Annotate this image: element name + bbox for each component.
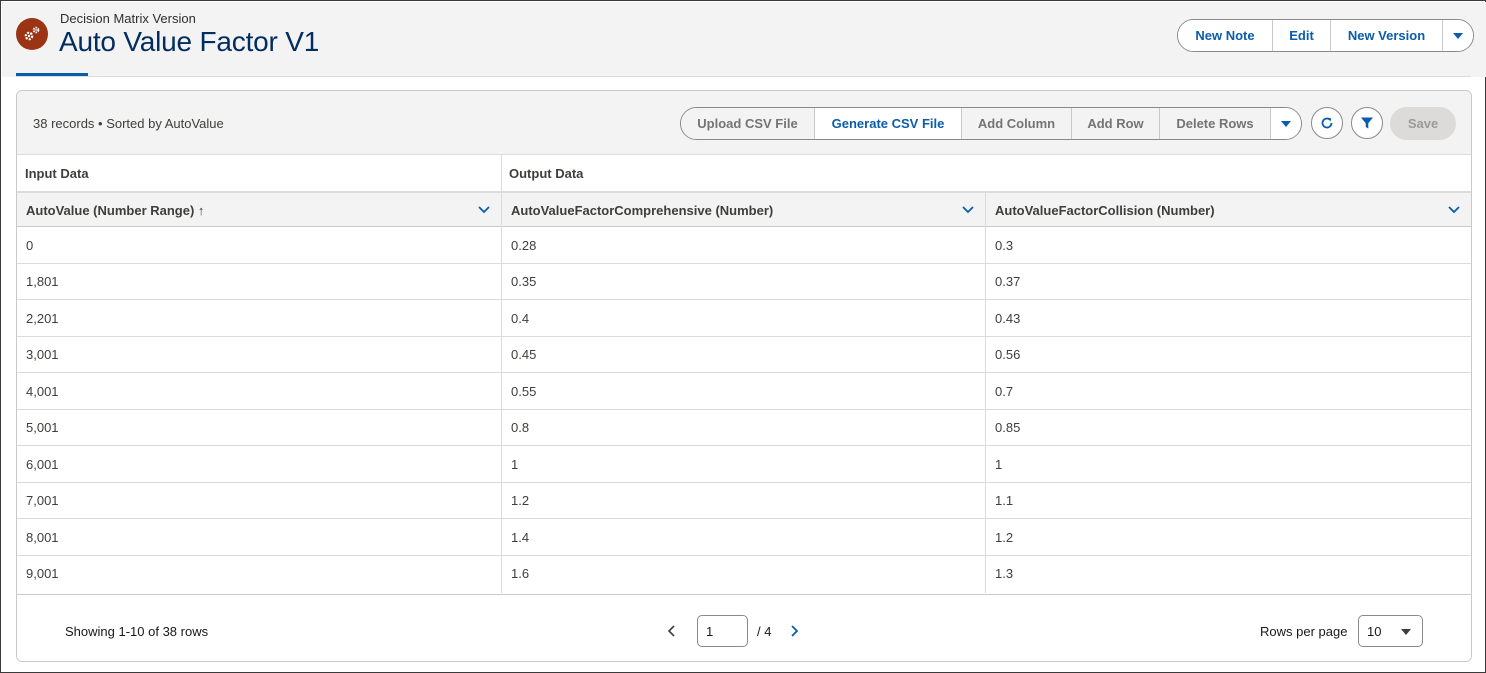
cell-collision[interactable]: 0.43	[986, 300, 1020, 336]
app-frame: Decision Matrix Version Auto Value Facto…	[0, 0, 1486, 673]
cell-collision[interactable]: 0.37	[986, 264, 1020, 300]
page-title: Auto Value Factor V1	[59, 26, 320, 57]
table-row[interactable]: 5,001 0.8 0.85	[17, 410, 1471, 446]
pager: / 4	[665, 615, 801, 647]
output-data-group: Output Data	[509, 166, 584, 181]
cell-autovalue[interactable]: 4,001	[17, 373, 59, 409]
table-row[interactable]: 1,801 0.35 0.37	[17, 264, 1471, 300]
cell-autovalue[interactable]: 9,001	[17, 556, 59, 592]
cell-comprehensive[interactable]: 1.2	[502, 483, 529, 519]
table-row[interactable]: 4,001 0.55 0.7	[17, 373, 1471, 410]
chevron-right-icon[interactable]	[787, 624, 801, 638]
add-row-button[interactable]: Add Row	[1072, 108, 1160, 139]
column-header-comprehensive[interactable]: AutoValueFactorComprehensive (Number)	[502, 193, 986, 227]
record-count-info: 38 records • Sorted by AutoValue	[33, 116, 224, 131]
column-header-autovalue[interactable]: AutoValue (Number Range) ↑	[17, 193, 502, 227]
page-header: Decision Matrix Version Auto Value Facto…	[2, 2, 1486, 77]
table-row[interactable]: 2,201 0.4 0.43	[17, 300, 1471, 337]
column-header-label: AutoValueFactorCollision (Number)	[995, 202, 1215, 218]
add-column-button[interactable]: Add Column	[962, 108, 1072, 139]
edit-button[interactable]: Edit	[1273, 20, 1331, 51]
chevron-down-icon[interactable]	[1447, 204, 1461, 216]
cell-collision[interactable]: 0.3	[986, 227, 1013, 263]
rows-per-page-label: Rows per page	[1260, 624, 1348, 639]
cell-comprehensive[interactable]: 1.4	[502, 519, 529, 555]
cell-autovalue[interactable]: 8,001	[17, 519, 59, 555]
table-toolbar: 38 records • Sorted by AutoValue Upload …	[17, 91, 1471, 155]
save-button[interactable]: Save	[1390, 107, 1456, 140]
cell-autovalue[interactable]: 7,001	[17, 483, 59, 519]
table-row[interactable]: 0 0.28 0.3	[17, 227, 1471, 264]
column-header-label: AutoValueFactorComprehensive (Number)	[511, 202, 774, 218]
cell-comprehensive[interactable]: 1.6	[502, 556, 529, 592]
cell-collision[interactable]: 0.85	[986, 410, 1020, 446]
cell-comprehensive[interactable]: 0.8	[502, 410, 529, 446]
cell-collision[interactable]: 0.7	[986, 373, 1013, 409]
cell-collision[interactable]: 0.56	[986, 337, 1020, 373]
cell-comprehensive[interactable]: 0.45	[502, 337, 536, 373]
chevron-down-icon	[1401, 629, 1411, 635]
cell-autovalue[interactable]: 3,001	[17, 337, 59, 373]
page-number-input[interactable]	[697, 615, 748, 647]
cell-comprehensive[interactable]: 1	[502, 446, 518, 482]
table-row[interactable]: 8,001 1.4 1.2	[17, 519, 1471, 556]
header-action-group: New Note Edit New Version	[1177, 19, 1474, 52]
new-note-button[interactable]: New Note	[1178, 20, 1273, 51]
table-action-group: Upload CSV File Generate CSV File Add Co…	[680, 107, 1302, 140]
pagination-footer: Showing 1-10 of 38 rows / 4 Rows per pag…	[17, 594, 1471, 661]
cell-comprehensive[interactable]: 0.4	[502, 300, 529, 336]
object-type-label: Decision Matrix Version	[60, 11, 196, 26]
table-row[interactable]: 3,001 0.45 0.56	[17, 337, 1471, 373]
chevron-down-icon[interactable]	[961, 204, 975, 216]
header-divider	[16, 76, 1471, 77]
table-row[interactable]: 9,001 1.6 1.3	[17, 556, 1471, 593]
table-row[interactable]: 6,001 1 1	[17, 446, 1471, 483]
cell-autovalue[interactable]: 2,201	[17, 300, 59, 336]
cell-comprehensive[interactable]: 0.28	[502, 227, 536, 263]
cell-autovalue[interactable]: 1,801	[17, 264, 59, 300]
delete-rows-button[interactable]: Delete Rows	[1160, 108, 1271, 139]
decision-matrix-card: 38 records • Sorted by AutoValue Upload …	[16, 90, 1472, 662]
row-range-info: Showing 1-10 of 38 rows	[65, 624, 209, 639]
column-group-row: Input Data Output Data	[17, 155, 1471, 192]
chevron-down-icon	[1281, 120, 1291, 127]
cell-collision[interactable]: 1.3	[986, 556, 1013, 592]
rows-per-page-value: 10	[1367, 623, 1382, 639]
total-pages-label: / 4	[757, 623, 772, 639]
filter-icon	[1361, 117, 1373, 129]
cell-collision[interactable]: 1.1	[986, 483, 1013, 519]
more-table-actions-button[interactable]	[1271, 108, 1301, 139]
cell-autovalue[interactable]: 0	[17, 227, 33, 263]
column-header-label: AutoValue (Number Range) ↑	[26, 202, 205, 218]
chevron-down-icon[interactable]	[477, 204, 491, 216]
cell-comprehensive[interactable]: 0.55	[502, 373, 536, 409]
new-version-button[interactable]: New Version	[1331, 20, 1443, 51]
chevron-down-icon	[1453, 32, 1463, 39]
cell-collision[interactable]: 1	[986, 446, 1002, 482]
cell-autovalue[interactable]: 5,001	[17, 410, 59, 446]
refresh-button[interactable]	[1311, 107, 1343, 139]
upload-csv-button[interactable]: Upload CSV File	[681, 108, 815, 139]
column-header-row: AutoValue (Number Range) ↑ AutoValueFact…	[17, 192, 1471, 227]
table-body: 0 0.28 0.3 1,801 0.35 0.37 2,201 0.4 0.4…	[17, 227, 1471, 592]
decision-matrix-icon	[16, 18, 48, 50]
refresh-icon	[1321, 117, 1333, 129]
more-actions-button[interactable]	[1443, 20, 1473, 51]
input-data-group: Input Data	[25, 166, 89, 181]
cell-autovalue[interactable]: 6,001	[17, 446, 59, 482]
generate-csv-button[interactable]: Generate CSV File	[815, 108, 962, 139]
cell-comprehensive[interactable]: 0.35	[502, 264, 536, 300]
rows-per-page-select[interactable]: 10	[1358, 615, 1423, 647]
cell-collision[interactable]: 1.2	[986, 519, 1013, 555]
table-row[interactable]: 7,001 1.2 1.1	[17, 483, 1471, 519]
chevron-left-icon[interactable]	[665, 624, 679, 638]
filter-button[interactable]	[1351, 107, 1383, 139]
column-header-collision[interactable]: AutoValueFactorCollision (Number)	[986, 193, 1471, 227]
